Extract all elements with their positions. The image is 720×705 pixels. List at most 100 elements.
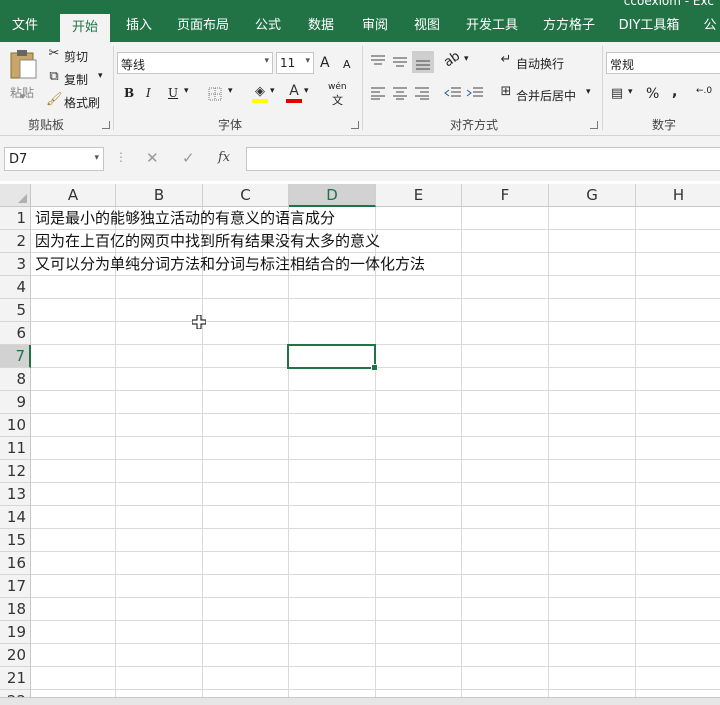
- paste-button[interactable]: 粘贴 ▾: [6, 46, 40, 104]
- row-header-17[interactable]: 17: [0, 575, 31, 598]
- formula-bar: D7 ▾ ⋮ ✕ ✓ fx: [0, 136, 720, 181]
- tab-developer[interactable]: 开发工具: [460, 10, 524, 42]
- accounting-format-button[interactable]: ▤ ▾: [608, 86, 638, 104]
- increase-indent-button[interactable]: [466, 86, 486, 102]
- wrap-text-button[interactable]: ↵ 自动换行: [498, 52, 574, 72]
- alignment-launcher-icon[interactable]: [590, 121, 598, 129]
- increase-decimal-button[interactable]: ←.0: [696, 86, 720, 104]
- percent-button[interactable]: %: [646, 86, 659, 102]
- borders-button[interactable]: ▾: [206, 86, 236, 104]
- row-header-10[interactable]: 10: [0, 414, 31, 437]
- row-header-5[interactable]: 5: [0, 299, 31, 322]
- clipboard-launcher-icon[interactable]: [102, 121, 110, 129]
- gridline: [635, 207, 636, 705]
- gridline: [375, 207, 376, 705]
- decrease-indent-button[interactable]: [444, 86, 464, 102]
- decrease-indent-icon: [444, 87, 461, 97]
- merge-center-label: 合并后居中: [516, 89, 577, 103]
- row-header-21[interactable]: 21: [0, 667, 31, 690]
- row-header-1[interactable]: 1: [0, 207, 31, 230]
- active-cell-d7[interactable]: [287, 344, 378, 371]
- row-header-11[interactable]: 11: [0, 437, 31, 460]
- column-header-a[interactable]: A: [31, 184, 116, 207]
- font-color-icon: A: [289, 83, 299, 99]
- align-top-button[interactable]: [370, 54, 388, 70]
- column-header-g[interactable]: G: [549, 184, 636, 207]
- format-painter-button[interactable]: 🖌 格式刷: [46, 92, 108, 112]
- row-header-3[interactable]: 3: [0, 253, 31, 276]
- font-launcher-icon[interactable]: [351, 121, 359, 129]
- row-header-2[interactable]: 2: [0, 230, 31, 253]
- cell-a2[interactable]: 因为在上百亿的网页中找到所有结果没有太多的意义: [35, 230, 380, 253]
- tab-insert[interactable]: 插入: [118, 10, 160, 42]
- shrink-font-button[interactable]: A: [343, 58, 351, 71]
- column-header-d[interactable]: D: [289, 184, 376, 207]
- font-size-select[interactable]: 11 ▾: [276, 52, 314, 74]
- copy-icon: ⧉: [49, 69, 59, 84]
- tab-page-layout[interactable]: 页面布局: [172, 10, 234, 42]
- tab-formulas[interactable]: 公式: [248, 10, 288, 42]
- row-header-8[interactable]: 8: [0, 368, 31, 391]
- fill-color-button[interactable]: ◈ ▾: [250, 84, 280, 106]
- row-header-18[interactable]: 18: [0, 598, 31, 621]
- group-divider: [113, 46, 114, 130]
- cell-a3[interactable]: 又可以分为单纯分词方法和分词与标注相结合的一体化方法: [35, 253, 425, 276]
- tab-diy-toolbox[interactable]: DIY工具箱: [614, 10, 684, 42]
- tab-fangfang[interactable]: 方方格子: [538, 10, 600, 42]
- cancel-entry-button[interactable]: ✕: [146, 149, 159, 167]
- row-header-4[interactable]: 4: [0, 276, 31, 299]
- tab-file[interactable]: 文件: [4, 10, 46, 42]
- align-center-button[interactable]: [392, 86, 410, 102]
- merge-center-button[interactable]: ⊞ 合并后居中 ▾: [498, 84, 598, 104]
- tab-review[interactable]: 审阅: [354, 10, 396, 42]
- cut-button[interactable]: ✂ 剪切: [46, 46, 96, 66]
- phonetic-button[interactable]: wén 文: [326, 82, 356, 107]
- gridline: [31, 298, 720, 299]
- copy-button[interactable]: ⧉ 复制 ▾: [46, 69, 108, 89]
- number-format-select[interactable]: 常规: [606, 52, 720, 74]
- column-header-b[interactable]: B: [116, 184, 203, 207]
- increase-decimal-icon: ←.0: [696, 86, 713, 96]
- italic-button[interactable]: I: [146, 86, 151, 100]
- align-bottom-button[interactable]: [412, 51, 434, 73]
- tab-data[interactable]: 数据: [300, 10, 342, 42]
- font-name-select[interactable]: 等线 ▾: [117, 52, 273, 74]
- formula-input[interactable]: [246, 147, 720, 171]
- cell-a1[interactable]: 词是最小的能够独立活动的有意义的语言成分: [35, 207, 335, 230]
- gridline: [31, 643, 720, 644]
- column-header-h[interactable]: H: [636, 184, 720, 207]
- font-color-swatch: [286, 99, 302, 103]
- grow-font-button[interactable]: A: [320, 55, 330, 71]
- row-header-14[interactable]: 14: [0, 506, 31, 529]
- formula-bar-grip-icon[interactable]: ⋮: [115, 150, 127, 164]
- row-header-19[interactable]: 19: [0, 621, 31, 644]
- underline-button[interactable]: U: [168, 86, 178, 100]
- column-header-f[interactable]: F: [462, 184, 549, 207]
- row-header-16[interactable]: 16: [0, 552, 31, 575]
- tab-view[interactable]: 视图: [406, 10, 448, 42]
- orientation-button[interactable]: ab ▾: [441, 49, 474, 71]
- row-header-15[interactable]: 15: [0, 529, 31, 552]
- align-right-button[interactable]: [414, 86, 432, 102]
- confirm-entry-button[interactable]: ✓: [182, 149, 195, 167]
- align-middle-button[interactable]: [392, 54, 410, 70]
- column-header-c[interactable]: C: [203, 184, 289, 207]
- window-title: ccoexiom - Exc: [623, 0, 714, 8]
- row-header-9[interactable]: 9: [0, 391, 31, 414]
- tab-more[interactable]: 公: [700, 10, 720, 42]
- ribbon-tabs: 文件 开始 插入 页面布局 公式 数据 审阅 视图 开发工具 方方格子 DIY工…: [0, 10, 720, 42]
- font-color-button[interactable]: A ▾: [284, 83, 314, 106]
- bold-button[interactable]: B: [124, 86, 134, 100]
- row-header-6[interactable]: 6: [0, 322, 31, 345]
- column-header-e[interactable]: E: [376, 184, 462, 207]
- select-all-button[interactable]: [0, 184, 31, 207]
- insert-function-button[interactable]: fx: [218, 150, 230, 165]
- align-left-button[interactable]: [370, 86, 388, 102]
- row-header-20[interactable]: 20: [0, 644, 31, 667]
- name-box[interactable]: D7 ▾: [4, 147, 104, 171]
- row-header-7[interactable]: 7: [0, 345, 31, 368]
- row-header-12[interactable]: 12: [0, 460, 31, 483]
- row-header-13[interactable]: 13: [0, 483, 31, 506]
- comma-button[interactable]: ,: [672, 84, 677, 100]
- tab-home[interactable]: 开始: [60, 14, 110, 42]
